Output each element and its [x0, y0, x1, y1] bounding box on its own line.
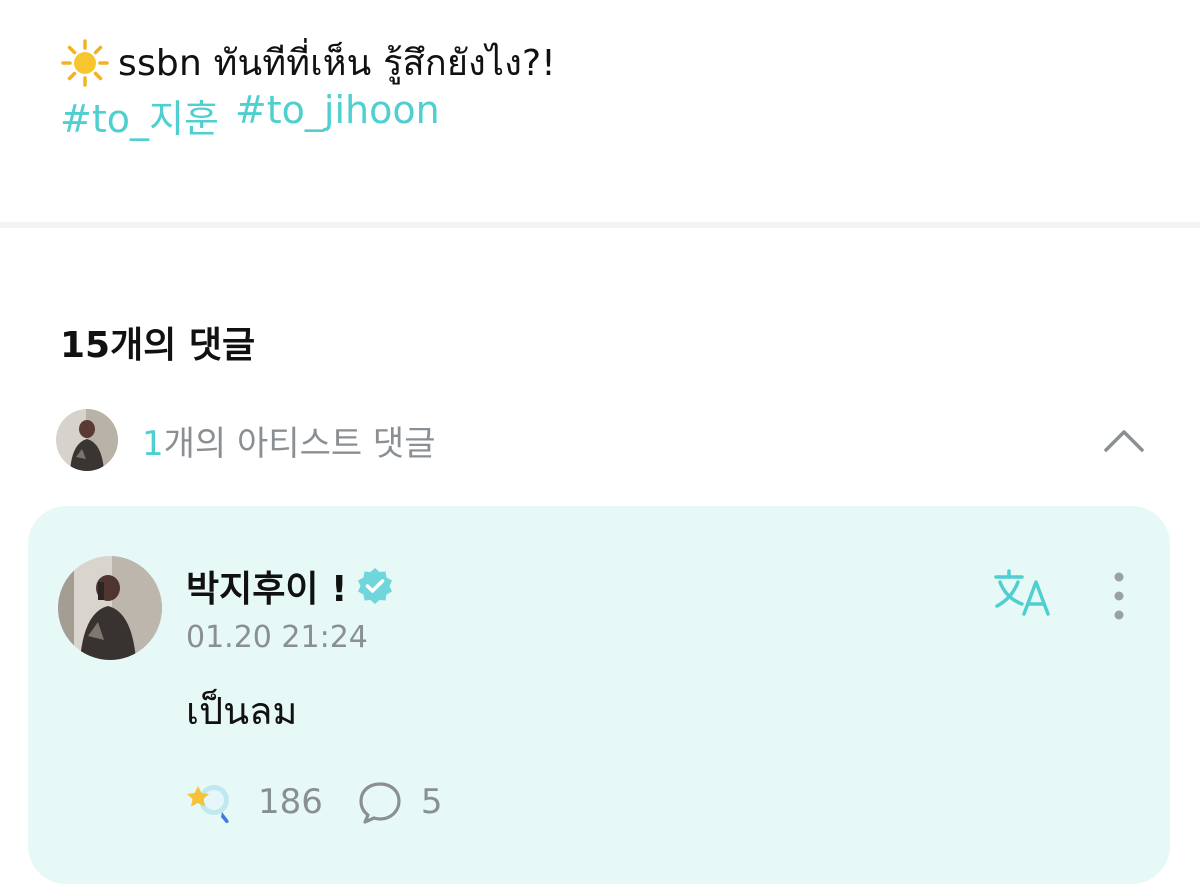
- comment-timestamp: 01.20 21:24: [186, 620, 368, 655]
- speech-bubble-icon: [359, 782, 401, 824]
- post-text-line: ssbn ทันทีที่เห็น รู้สึกยังไง?!: [60, 34, 556, 91]
- artist-comments-toggle[interactable]: 1개의 아티스트 댓글: [56, 408, 1156, 472]
- avatar[interactable]: [58, 556, 162, 660]
- comment-body: เป็นลม: [186, 689, 298, 733]
- post-text: ssbn ทันทีที่เห็น รู้สึกยังไง?!: [118, 43, 556, 84]
- chevron-up-icon[interactable]: [1100, 416, 1148, 464]
- translate-icon[interactable]: [994, 568, 1054, 618]
- comment-author-row: 박지후이 !: [186, 560, 395, 612]
- like-count: 186: [258, 782, 323, 822]
- post-content: ssbn ทันทีที่เห็น รู้สึกยังไง?! #to_지훈 #…: [0, 0, 1200, 222]
- like-lightstick-icon: [187, 785, 229, 823]
- artist-comments-text: 개의 아티스트 댓글: [163, 423, 436, 464]
- sun-icon: [61, 38, 109, 87]
- more-options-icon[interactable]: [1106, 568, 1132, 624]
- artist-comments-count: 1: [142, 423, 164, 464]
- hashtag-list: #to_지훈 #to_jihoon: [60, 88, 440, 143]
- reply-button[interactable]: 5: [357, 780, 443, 824]
- comments-count-title: 15개의 댓글: [60, 325, 256, 366]
- artist-comment-card: 박지후이 ! 01.20 21:24 เป็นลม 186 5: [28, 506, 1170, 884]
- like-button[interactable]: 186: [186, 780, 323, 824]
- hashtag-to-jihoon-korean[interactable]: #to_지훈: [60, 88, 219, 143]
- comment-author-name[interactable]: 박지후이 !: [186, 560, 347, 612]
- section-divider: [0, 222, 1200, 228]
- hashtag-to-jihoon[interactable]: #to_jihoon: [235, 88, 440, 143]
- comment-reactions: 186 5: [186, 780, 443, 824]
- artist-comments-label: 1개의 아티스트 댓글: [142, 416, 436, 465]
- verified-badge-icon: [358, 568, 393, 604]
- artist-avatar-small: [56, 409, 118, 471]
- reply-count: 5: [420, 782, 443, 822]
